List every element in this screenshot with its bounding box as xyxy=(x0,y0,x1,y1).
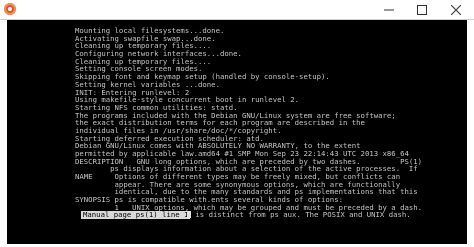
terminal-window: Mounting local filesystems...done. Activa… xyxy=(0,0,474,247)
cursor xyxy=(187,211,191,218)
pager-status-bar: Manual page ps(1) line 1 xyxy=(81,210,191,219)
terminal-lines: Mounting local filesystems...done. Activa… xyxy=(75,27,422,212)
window-controls xyxy=(372,0,474,19)
window-border-left xyxy=(0,20,7,247)
pager-status-rest: is distinct from ps aux. The POSIX and U… xyxy=(187,211,411,219)
minimize-button[interactable] xyxy=(372,0,405,19)
title-bar[interactable] xyxy=(0,0,474,20)
terminal-output[interactable]: Mounting local filesystems...done. Activa… xyxy=(7,20,467,244)
maximize-button[interactable] xyxy=(405,0,438,19)
close-button[interactable] xyxy=(438,0,474,19)
ubuntu-app-icon xyxy=(4,3,16,15)
close-icon xyxy=(451,4,461,15)
minimize-icon xyxy=(383,9,394,10)
maximize-icon xyxy=(416,4,427,15)
pager-status-rest-text: is distinct from ps aux. The POSIX and U… xyxy=(195,210,411,219)
window-border-right xyxy=(467,20,474,247)
